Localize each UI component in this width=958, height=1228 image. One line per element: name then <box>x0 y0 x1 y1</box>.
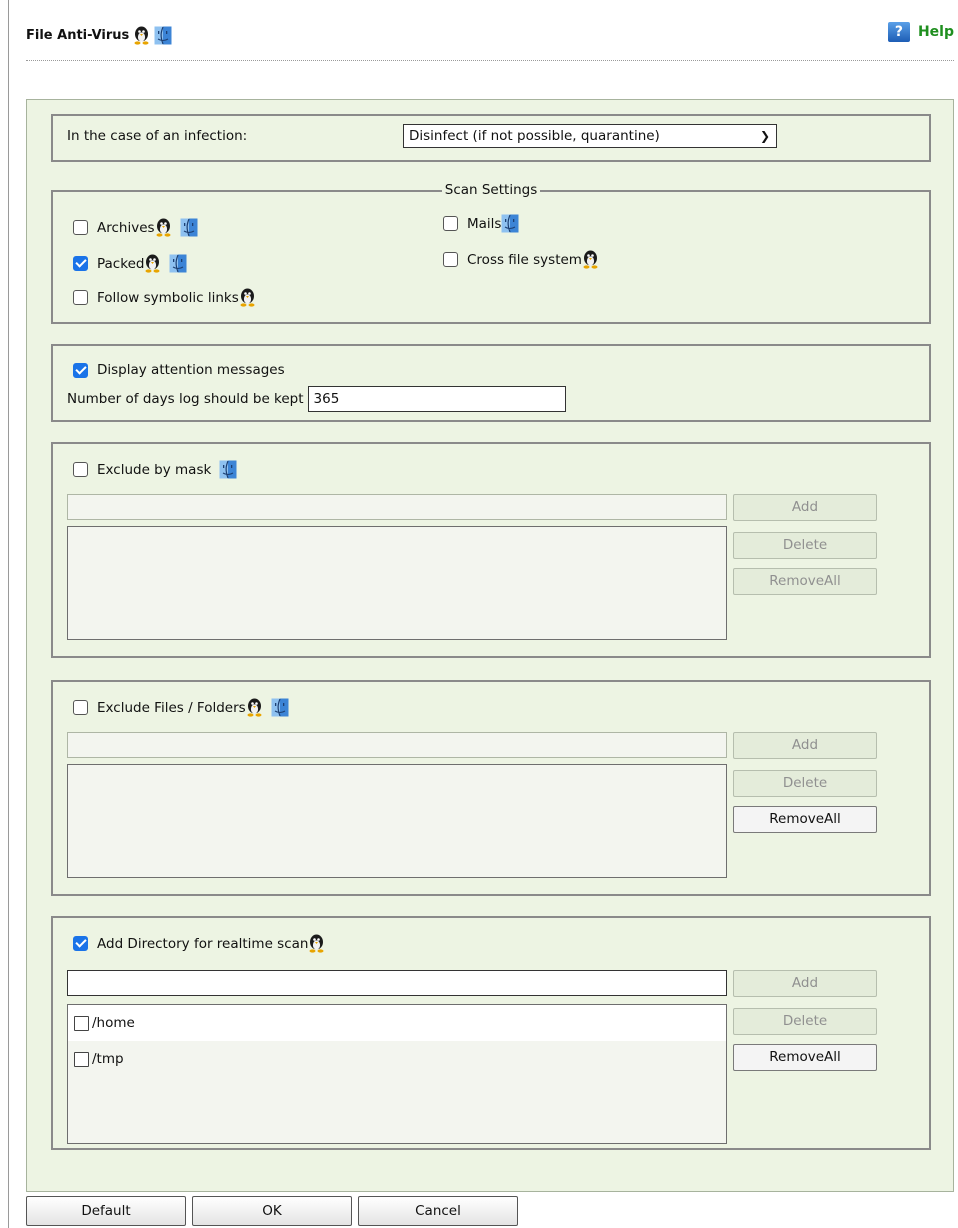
linux-icon <box>308 934 325 953</box>
linux-icon <box>133 26 150 45</box>
realtime-scan-list[interactable]: /home /tmp <box>67 1004 727 1144</box>
chevron-down-icon: ❯ <box>759 129 770 143</box>
infection-label: In the case of an infection: <box>67 128 248 144</box>
linux-icon <box>144 254 161 273</box>
symlinks-label: Follow symbolic links <box>97 289 239 306</box>
ok-button[interactable]: OK <box>192 1196 352 1226</box>
cancel-button[interactable]: Cancel <box>358 1196 518 1226</box>
exclude-mask-group: Exclude by mask Add Delete RemoveAll <box>51 442 931 658</box>
realtime-scan-group: Add Directory for realtime scan /home /t… <box>51 916 931 1150</box>
exclude-mask-option[interactable]: Exclude by mask <box>73 460 237 479</box>
realtime-scan-delete-button[interactable]: Delete <box>733 1008 877 1035</box>
linux-icon <box>246 698 263 717</box>
page-title: File Anti-Virus <box>26 26 172 45</box>
list-item-checkbox[interactable] <box>74 1051 89 1067</box>
mails-option[interactable]: Mails <box>443 214 519 233</box>
exclude-mask-input[interactable] <box>67 494 727 520</box>
default-button[interactable]: Default <box>26 1196 186 1226</box>
packed-label: Packed <box>97 255 145 272</box>
scan-settings-group: Scan Settings Archives Mails Packed Cros… <box>51 182 931 324</box>
display-attention-checkbox[interactable] <box>73 362 88 378</box>
mails-checkbox[interactable] <box>443 216 458 231</box>
realtime-scan-checkbox[interactable] <box>73 936 88 951</box>
infection-action-value: Disinfect (if not possible, quarantine) <box>409 128 660 144</box>
linux-icon <box>582 250 599 269</box>
mac-finder-icon <box>169 254 187 273</box>
cross-fs-option[interactable]: Cross file system <box>443 250 599 269</box>
log-days-row: Number of days log should be kept 365 <box>67 386 566 412</box>
archives-label: Archives <box>97 219 155 236</box>
display-attention-label: Display attention messages <box>97 362 285 378</box>
exclude-mask-removeall-button[interactable]: RemoveAll <box>733 568 877 595</box>
exclude-files-delete-button[interactable]: Delete <box>733 770 877 797</box>
exclude-files-removeall-button[interactable]: RemoveAll <box>733 806 877 833</box>
archives-option[interactable]: Archives <box>73 218 198 237</box>
exclude-mask-checkbox[interactable] <box>73 462 88 477</box>
exclude-mask-add-button[interactable]: Add <box>733 494 877 521</box>
infection-group: In the case of an infection: Disinfect (… <box>51 114 931 162</box>
linux-icon <box>239 288 256 307</box>
help-link[interactable]: ? Help <box>887 22 954 42</box>
realtime-scan-add-button[interactable]: Add <box>733 970 877 997</box>
exclude-mask-delete-button[interactable]: Delete <box>733 532 877 559</box>
exclude-files-option[interactable]: Exclude Files / Folders <box>73 698 289 717</box>
exclude-mask-list[interactable] <box>67 526 727 640</box>
exclude-files-add-button[interactable]: Add <box>733 732 877 759</box>
mac-finder-icon <box>154 26 172 45</box>
symlinks-option[interactable]: Follow symbolic links <box>73 288 256 307</box>
list-item[interactable]: /tmp <box>68 1041 726 1077</box>
help-icon[interactable]: ? <box>887 22 910 42</box>
window-left-border <box>8 0 9 1228</box>
help-label[interactable]: Help <box>918 24 954 40</box>
symlinks-checkbox[interactable] <box>73 290 88 305</box>
mac-finder-icon <box>501 214 519 233</box>
exclude-mask-label: Exclude by mask <box>97 461 212 478</box>
realtime-scan-removeall-button[interactable]: RemoveAll <box>733 1044 877 1071</box>
mac-finder-icon <box>271 698 289 717</box>
settings-panel: In the case of an infection: Disinfect (… <box>26 99 954 1192</box>
exclude-files-checkbox[interactable] <box>73 700 88 715</box>
mails-label: Mails <box>467 215 502 232</box>
list-item-path: /home <box>92 1015 135 1031</box>
exclude-files-input[interactable] <box>67 732 727 758</box>
infection-action-select[interactable]: Disinfect (if not possible, quarantine) … <box>403 124 777 148</box>
exclude-files-list[interactable] <box>67 764 727 878</box>
mac-finder-icon <box>180 218 198 237</box>
realtime-scan-label: Add Directory for realtime scan <box>97 935 309 952</box>
cross-fs-checkbox[interactable] <box>443 252 458 267</box>
realtime-scan-option[interactable]: Add Directory for realtime scan <box>73 934 325 953</box>
exclude-files-group: Exclude Files / Folders Add Delete Remov… <box>51 680 931 896</box>
scan-settings-legend: Scan Settings <box>53 182 929 198</box>
packed-checkbox[interactable] <box>73 256 88 271</box>
linux-icon <box>155 218 172 237</box>
realtime-scan-input[interactable] <box>67 970 727 996</box>
page-header: File Anti-Virus ? Help <box>26 22 954 61</box>
mac-finder-icon <box>219 460 237 479</box>
cross-fs-label: Cross file system <box>467 251 582 268</box>
list-item-checkbox[interactable] <box>74 1015 89 1031</box>
log-days-label: Number of days log should be kept <box>67 391 304 407</box>
attention-group: Display attention messages Number of day… <box>51 344 931 422</box>
display-attention-option[interactable]: Display attention messages <box>73 362 285 378</box>
archives-checkbox[interactable] <box>73 220 88 235</box>
exclude-files-label: Exclude Files / Folders <box>97 699 246 716</box>
list-item[interactable]: /home <box>68 1005 726 1041</box>
page-title-text: File Anti-Virus <box>26 28 130 43</box>
list-item-path: /tmp <box>92 1051 124 1067</box>
log-days-input[interactable]: 365 <box>307 386 566 412</box>
packed-option[interactable]: Packed <box>73 254 187 273</box>
